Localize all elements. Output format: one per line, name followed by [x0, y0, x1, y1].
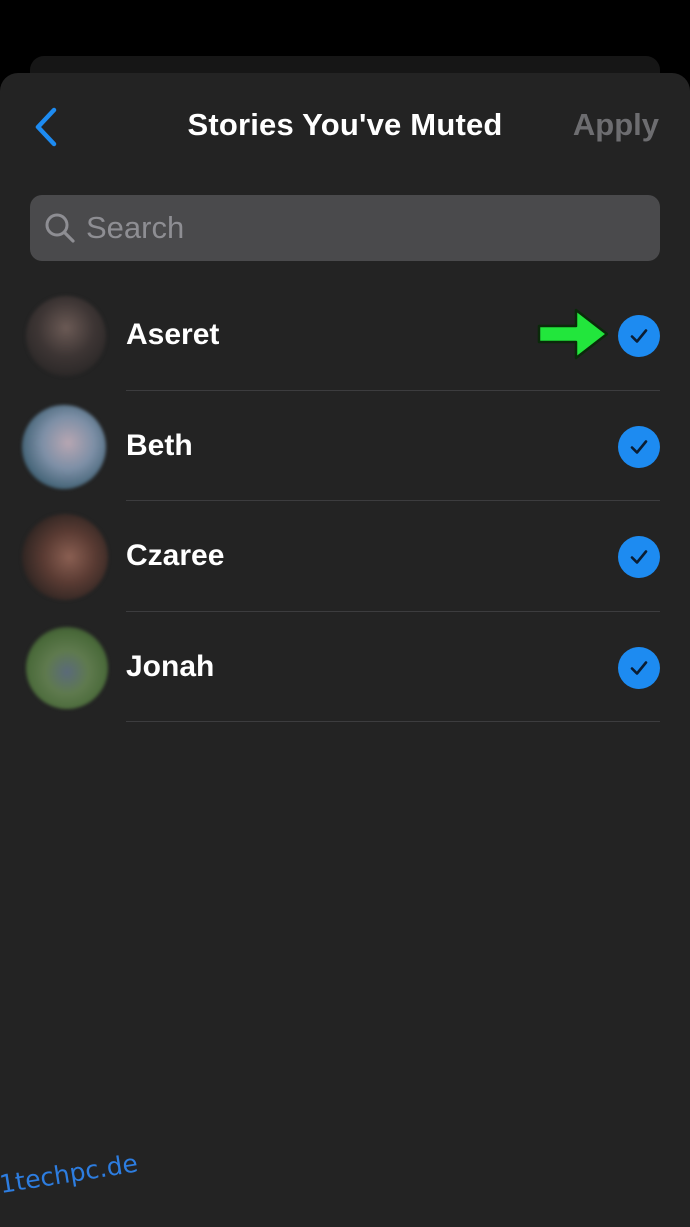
checkmark-circle-icon[interactable] [618, 425, 660, 468]
contact-name: Jonah [126, 649, 215, 683]
avatar [26, 296, 106, 376]
list-item[interactable]: Jonah [0, 612, 690, 722]
muted-stories-sheet: Stories You've Muted Apply Aseret Beth [0, 73, 690, 1227]
row-divider [126, 721, 660, 722]
list-item[interactable]: Czaree [0, 501, 690, 612]
contact-name: Beth [126, 428, 193, 462]
checkmark-circle-icon[interactable] [618, 315, 660, 357]
green-arrow-annotation-icon [537, 308, 609, 360]
magnifying-glass-icon [44, 212, 76, 244]
contact-name: Aseret [126, 318, 220, 351]
checkmark-circle-icon[interactable] [618, 536, 660, 578]
avatar [22, 514, 108, 600]
avatar [26, 626, 108, 709]
contact-name: Czaree [126, 539, 225, 572]
apply-button[interactable]: Apply [573, 107, 659, 143]
navigation-bar: Stories You've Muted Apply [0, 73, 690, 178]
search-input[interactable] [86, 198, 660, 258]
avatar [22, 404, 106, 489]
list-item[interactable]: Beth [0, 391, 690, 501]
checkmark-circle-icon[interactable] [618, 646, 660, 689]
search-bar[interactable] [30, 195, 660, 261]
